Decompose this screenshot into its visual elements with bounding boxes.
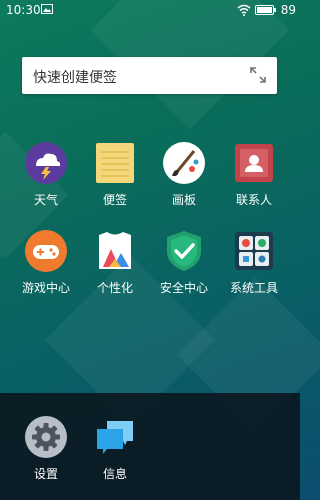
app-label: 信息 <box>102 467 127 481</box>
dock: 设置 信息 <box>0 393 300 500</box>
app-label: 联系人 <box>235 193 272 207</box>
app-security-center[interactable]: 安全中心 <box>152 229 216 296</box>
app-label: 设置 <box>33 467 58 481</box>
app-personalization[interactable]: 个性化 <box>83 229 147 296</box>
personalization-icon <box>93 229 137 273</box>
quick-note-placeholder[interactable]: 快速创建便签 <box>33 67 117 87</box>
security-icon <box>162 229 206 273</box>
status-time: 10:30 <box>6 3 41 17</box>
weather-icon <box>24 141 68 185</box>
app-label: 画板 <box>171 193 196 207</box>
app-label: 游戏中心 <box>21 281 70 295</box>
game-center-icon <box>24 229 68 273</box>
status-icons: 89 <box>237 3 296 17</box>
app-label: 天气 <box>33 193 58 207</box>
app-settings[interactable]: 设置 <box>14 415 78 482</box>
app-contacts[interactable]: 联系人 <box>222 141 286 208</box>
battery-level: 89 <box>280 3 296 17</box>
messages-icon <box>93 415 137 459</box>
app-label: 个性化 <box>96 281 133 295</box>
paint-board-icon <box>162 141 206 185</box>
app-paint-board[interactable]: 画板 <box>152 141 216 208</box>
app-notes[interactable]: 便签 <box>83 141 147 208</box>
status-bar: 10:30 89 <box>0 0 300 20</box>
notes-icon <box>93 141 137 185</box>
app-messages[interactable]: 信息 <box>83 415 147 482</box>
contacts-icon <box>232 141 276 185</box>
app-system-tools[interactable]: 系统工具 <box>222 229 286 296</box>
settings-icon <box>24 415 68 459</box>
image-notification-icon <box>41 4 53 14</box>
app-label: 系统工具 <box>229 281 278 295</box>
wifi-icon <box>237 4 251 16</box>
app-weather[interactable]: 天气 <box>14 141 78 208</box>
battery-icon <box>254 5 276 15</box>
app-game-center[interactable]: 游戏中心 <box>14 229 78 296</box>
app-label: 安全中心 <box>159 281 208 295</box>
expand-icon[interactable] <box>249 66 267 84</box>
system-tools-icon <box>232 229 276 273</box>
quick-note-widget[interactable]: 快速创建便签 <box>22 57 277 94</box>
app-label: 便签 <box>102 193 127 207</box>
